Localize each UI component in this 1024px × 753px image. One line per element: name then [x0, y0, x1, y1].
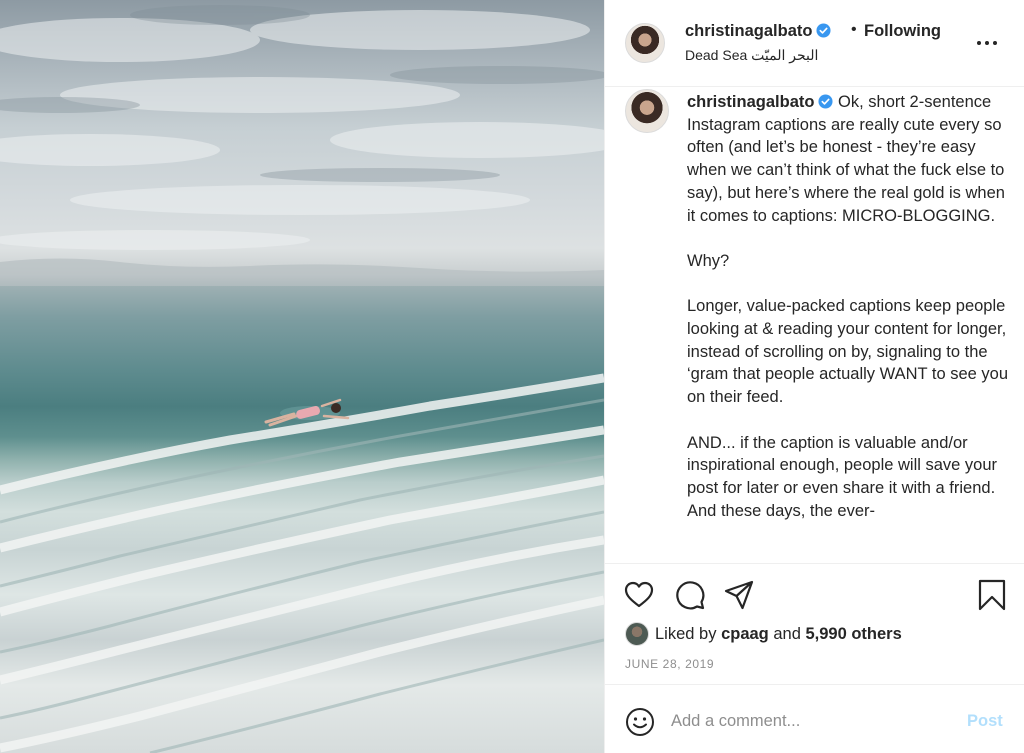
post-actions: Liked by cpaag and 5,990 others JUNE 28,… [605, 563, 1024, 683]
photo-scene [0, 5, 604, 753]
caption-area[interactable]: christinagalbato Ok, short 2-sentence In… [605, 88, 1024, 562]
bookmark-icon[interactable] [976, 579, 1008, 611]
comment-input[interactable] [671, 707, 951, 735]
verified-icon [816, 23, 831, 38]
header-separator-dot: • [851, 21, 857, 38]
share-icon[interactable] [723, 579, 755, 611]
post-date[interactable]: JUNE 28, 2019 [625, 657, 714, 671]
post-header: christinagalbato • Following Dead Sea ال… [605, 0, 1024, 87]
heart-icon[interactable] [623, 579, 655, 611]
likes-and: and [773, 624, 801, 643]
caption-username-text[interactable]: christinagalbato [687, 93, 814, 111]
emoji-icon[interactable] [625, 707, 655, 737]
verified-icon [818, 94, 833, 109]
post-comment-button[interactable]: Post [967, 712, 1003, 731]
post-location[interactable]: Dead Sea البحر الميّت [685, 47, 818, 64]
author-username-text[interactable]: christinagalbato [685, 22, 812, 40]
caption-author-avatar[interactable] [625, 89, 669, 133]
caption-username[interactable]: christinagalbato [687, 93, 833, 111]
author-avatar[interactable] [625, 23, 665, 63]
likes-prefix: Liked by [655, 624, 717, 643]
caption: christinagalbato Ok, short 2-sentence In… [687, 91, 1013, 522]
post-photo[interactable] [0, 0, 604, 753]
author-username[interactable]: christinagalbato [685, 22, 831, 41]
likes-summary: Liked by cpaag and 5,990 others [625, 621, 902, 647]
comment-icon[interactable] [674, 579, 706, 611]
following-button[interactable]: Following [864, 22, 941, 41]
post-side-panel: christinagalbato • Following Dead Sea ال… [605, 0, 1024, 753]
comment-bar: Post [605, 684, 1024, 753]
more-options-icon[interactable] [975, 34, 999, 52]
liker-avatar[interactable] [625, 622, 649, 646]
liker-username[interactable]: cpaag [721, 625, 769, 644]
likes-others-count[interactable]: 5,990 others [805, 625, 901, 644]
caption-text: Ok, short 2-sentence Instagram captions … [687, 93, 1008, 520]
